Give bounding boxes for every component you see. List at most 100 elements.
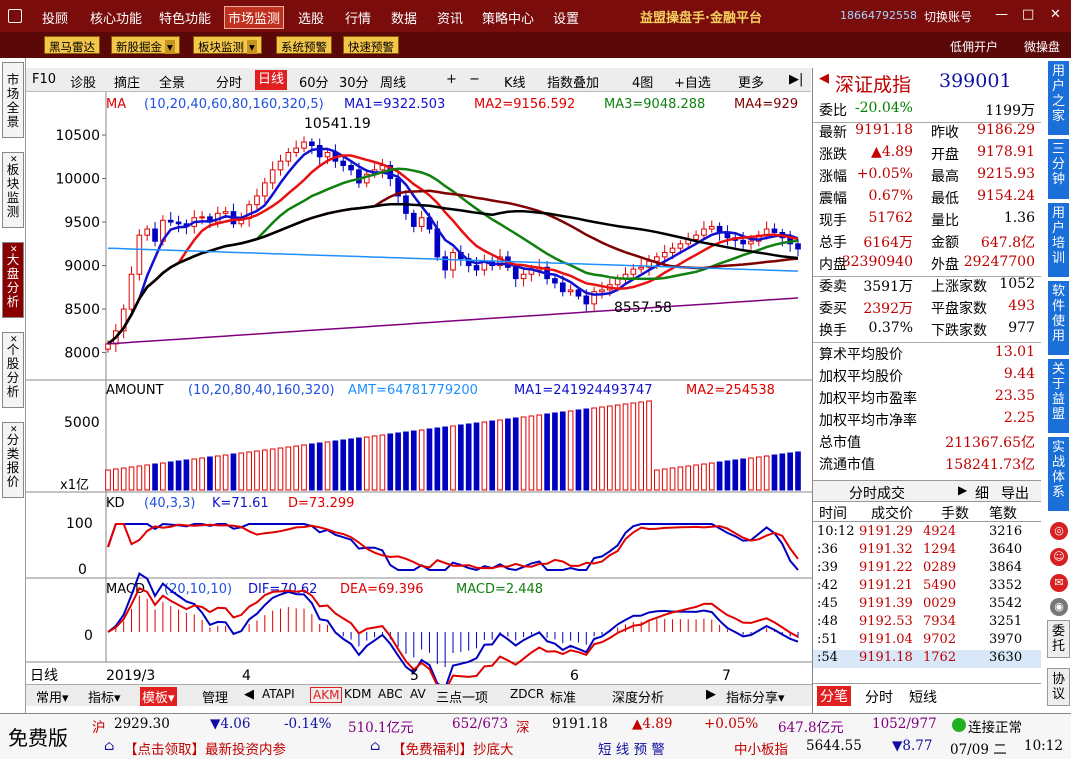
quick-alert-button[interactable]: 快速预警 bbox=[343, 36, 399, 54]
daily-button[interactable]: 日线 bbox=[255, 70, 288, 90]
nav-select-stock[interactable]: 选股 bbox=[298, 8, 324, 27]
zhaizhuang-button[interactable]: 摘庄 bbox=[114, 72, 140, 91]
nav-quote[interactable]: 行情 bbox=[345, 8, 371, 27]
ticks-play-icon[interactable]: ▶ bbox=[958, 483, 967, 497]
practice-system-tab[interactable]: 实战体系 bbox=[1047, 436, 1070, 512]
news-link-1[interactable]: 【点击领取】最新投资内参 bbox=[124, 738, 286, 758]
tick-row[interactable]: :39 9191.22 0289 3864 bbox=[813, 560, 1041, 578]
user-home-tab[interactable]: 用户之家 bbox=[1047, 60, 1070, 136]
close-icon[interactable]: ✕ bbox=[10, 243, 18, 257]
tab-atapi[interactable]: ATAPI bbox=[262, 687, 295, 701]
close-icon[interactable]: ✕ bbox=[1050, 7, 1061, 22]
home-icon[interactable]: ⌂ bbox=[370, 738, 380, 754]
tab-akm[interactable]: AKM bbox=[310, 687, 343, 703]
heima-radar-button[interactable]: 黑马雷达 bbox=[44, 36, 100, 54]
tab-standard[interactable]: 标准 bbox=[550, 687, 576, 706]
tab-abc[interactable]: ABC bbox=[378, 687, 403, 701]
more-button[interactable]: 更多 bbox=[738, 72, 764, 91]
smb-label[interactable]: 中小板指 bbox=[734, 738, 788, 758]
tick-row[interactable]: :54 9191.18 1762 3630 bbox=[813, 650, 1041, 668]
tab-index-analysis[interactable]: ✕ 大盘分析 bbox=[2, 242, 24, 318]
nav-feature[interactable]: 特色功能 bbox=[159, 8, 211, 27]
software-usage-tab[interactable]: 软件使用 bbox=[1047, 280, 1070, 356]
period-label[interactable]: 日线 bbox=[30, 668, 58, 684]
prev-icon[interactable]: ◀ bbox=[819, 71, 829, 86]
zoom-out-button[interactable]: − bbox=[469, 72, 480, 87]
agreement-tab[interactable]: 协议 bbox=[1047, 668, 1070, 706]
tick-row[interactable]: :42 9191.21 5490 3352 bbox=[813, 578, 1041, 596]
user-training-tab[interactable]: 用户培训 bbox=[1047, 202, 1070, 278]
nav-settings[interactable]: 设置 bbox=[553, 8, 579, 27]
home-icon[interactable]: ⌂ bbox=[104, 738, 114, 754]
tab-duanxian[interactable]: 短线 bbox=[909, 687, 937, 707]
micro-trade-link[interactable]: 微操盘 bbox=[1024, 38, 1060, 55]
kd-name[interactable]: KD bbox=[106, 496, 125, 511]
f10-button[interactable]: F10 bbox=[32, 72, 56, 87]
nav-tougu[interactable]: 投顾 bbox=[42, 8, 68, 27]
scroll-left-icon[interactable]: ◀ bbox=[244, 687, 254, 702]
tab-sector-monitor[interactable]: ✕ 板块监测 bbox=[2, 152, 24, 228]
tab-av[interactable]: AV bbox=[410, 687, 426, 701]
tick-row[interactable]: :45 9191.39 0029 3542 bbox=[813, 596, 1041, 614]
message-icon[interactable]: ◉ bbox=[1050, 598, 1068, 616]
ticks-export-tab[interactable]: 导出 bbox=[1001, 483, 1029, 503]
trade-tab[interactable]: 委托 bbox=[1047, 620, 1070, 658]
system-alert-button[interactable]: 系统预警 bbox=[276, 36, 332, 54]
about-tab[interactable]: 关于益盟 bbox=[1047, 358, 1070, 434]
chat-icon[interactable]: ✉ bbox=[1050, 574, 1068, 592]
nav-core[interactable]: 核心功能 bbox=[90, 8, 142, 27]
tab-indicator[interactable]: 指标▾ bbox=[88, 687, 121, 706]
tab-template[interactable]: 模板▾ bbox=[140, 687, 177, 706]
tab-kdm[interactable]: KDM bbox=[344, 687, 371, 701]
nav-strategy[interactable]: 策略中心 bbox=[482, 8, 534, 27]
tab-stock-analysis[interactable]: ✕ 个股分析 bbox=[2, 332, 24, 408]
sh-label[interactable]: 沪 bbox=[92, 716, 106, 736]
minimize-icon[interactable]: — bbox=[995, 7, 1008, 22]
close-icon[interactable]: ✕ bbox=[10, 153, 18, 167]
tab-deep-analysis[interactable]: 深度分析 bbox=[612, 687, 664, 706]
scroll-right-icon[interactable]: ▶ bbox=[706, 687, 716, 702]
three-minute-tab[interactable]: 三分钟 bbox=[1047, 138, 1070, 200]
tick-row[interactable]: :48 9192.53 7934 3251 bbox=[813, 614, 1041, 632]
overlay-button[interactable]: 指数叠加 bbox=[547, 72, 599, 91]
app-icon[interactable]: ◎ bbox=[1050, 522, 1068, 540]
30min-button[interactable]: 30分 bbox=[339, 72, 369, 91]
tab-common[interactable]: 常用▾ bbox=[36, 687, 69, 706]
short-alert-link[interactable]: 短 线 预 警 bbox=[598, 738, 665, 758]
sector-monitor-button[interactable]: 板块监测 ▾ bbox=[193, 36, 262, 54]
tab-manage[interactable]: 管理 bbox=[202, 687, 228, 706]
tab-indicator-share[interactable]: 指标分享▾ bbox=[726, 687, 785, 706]
weekly-button[interactable]: 周线 bbox=[380, 72, 406, 91]
tab-three-point[interactable]: 三点一项 bbox=[436, 687, 488, 706]
sz-label[interactable]: 深 bbox=[516, 716, 530, 736]
tab-fenbi[interactable]: 分笔 bbox=[817, 686, 851, 706]
add-watchlist-button[interactable]: +自选 bbox=[674, 72, 711, 91]
tab-zdcr[interactable]: ZDCR bbox=[510, 687, 544, 701]
ipo-button[interactable]: 新股掘金 ▾ bbox=[111, 36, 180, 54]
switch-account-button[interactable]: 切换账号 bbox=[924, 8, 972, 25]
nav-market-monitor[interactable]: 市场监测 bbox=[224, 6, 285, 29]
tab-fenshi[interactable]: 分时 bbox=[865, 687, 893, 707]
tab-market-overview[interactable]: 市场全景 bbox=[2, 62, 24, 138]
nav-news[interactable]: 资讯 bbox=[437, 8, 463, 27]
kline-button[interactable]: K线 bbox=[504, 72, 526, 91]
60min-button[interactable]: 60分 bbox=[299, 72, 329, 91]
tick-row[interactable]: :36 9191.32 1294 3640 bbox=[813, 542, 1041, 560]
nav-data[interactable]: 数据 bbox=[391, 8, 417, 27]
multi-chart-button[interactable]: 4图 bbox=[632, 72, 653, 91]
amount-name[interactable]: AMOUNT bbox=[106, 383, 164, 398]
mascot-icon[interactable]: ☺ bbox=[1050, 548, 1068, 566]
ticks-detail-tab[interactable]: 细 bbox=[975, 483, 989, 503]
tick-row[interactable]: :51 9191.04 9702 3970 bbox=[813, 632, 1041, 650]
close-icon[interactable]: ✕ bbox=[10, 333, 18, 347]
intraday-button[interactable]: 分时 bbox=[216, 72, 242, 91]
tab-category-quote[interactable]: ✕ 分类报价 bbox=[2, 422, 24, 498]
panorama-button[interactable]: 全景 bbox=[159, 72, 185, 91]
news-link-2[interactable]: 【免费福利】抄底大 bbox=[392, 738, 514, 758]
open-account-link[interactable]: 低佣开户 bbox=[950, 38, 998, 55]
zoom-in-button[interactable]: + bbox=[446, 72, 457, 87]
diagnose-button[interactable]: 诊股 bbox=[70, 72, 96, 91]
close-icon[interactable]: ✕ bbox=[10, 423, 18, 437]
expand-button[interactable]: ▶| bbox=[789, 72, 803, 87]
tick-row[interactable]: 10:12 9191.29 4924 3216 bbox=[813, 524, 1041, 542]
